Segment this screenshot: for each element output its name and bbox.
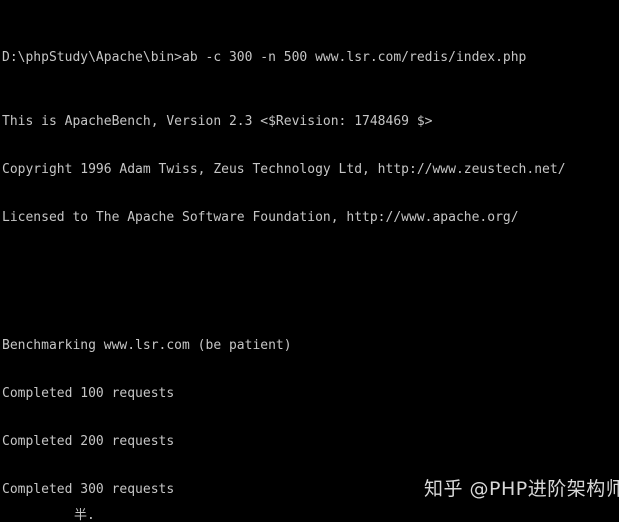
progress-line-100: Completed 100 requests <box>2 386 175 401</box>
console-output: D:\phpStudy\Apache\bin>ab -c 300 -n 500 … <box>2 2 617 522</box>
banner-line-copyright: Copyright 1996 Adam Twiss, Zeus Technolo… <box>2 162 566 177</box>
banner-line-version: This is ApacheBench, Version 2.3 <$Revis… <box>2 114 433 129</box>
progress-line-200: Completed 200 requests <box>2 434 175 449</box>
command-prompt-line: D:\phpStudy\Apache\bin>ab -c 300 -n 500 … <box>2 50 527 65</box>
benchmark-start-line: Benchmarking www.lsr.com (be patient) <box>2 338 292 353</box>
banner-line-license: Licensed to The Apache Software Foundati… <box>2 210 519 225</box>
partial-clipped-line: 半. <box>74 508 95 522</box>
console-window[interactable]: D:\phpStudy\Apache\bin>ab -c 300 -n 500 … <box>0 0 619 522</box>
watermark-label: 知乎 @PHP进阶架构师 <box>424 478 619 500</box>
